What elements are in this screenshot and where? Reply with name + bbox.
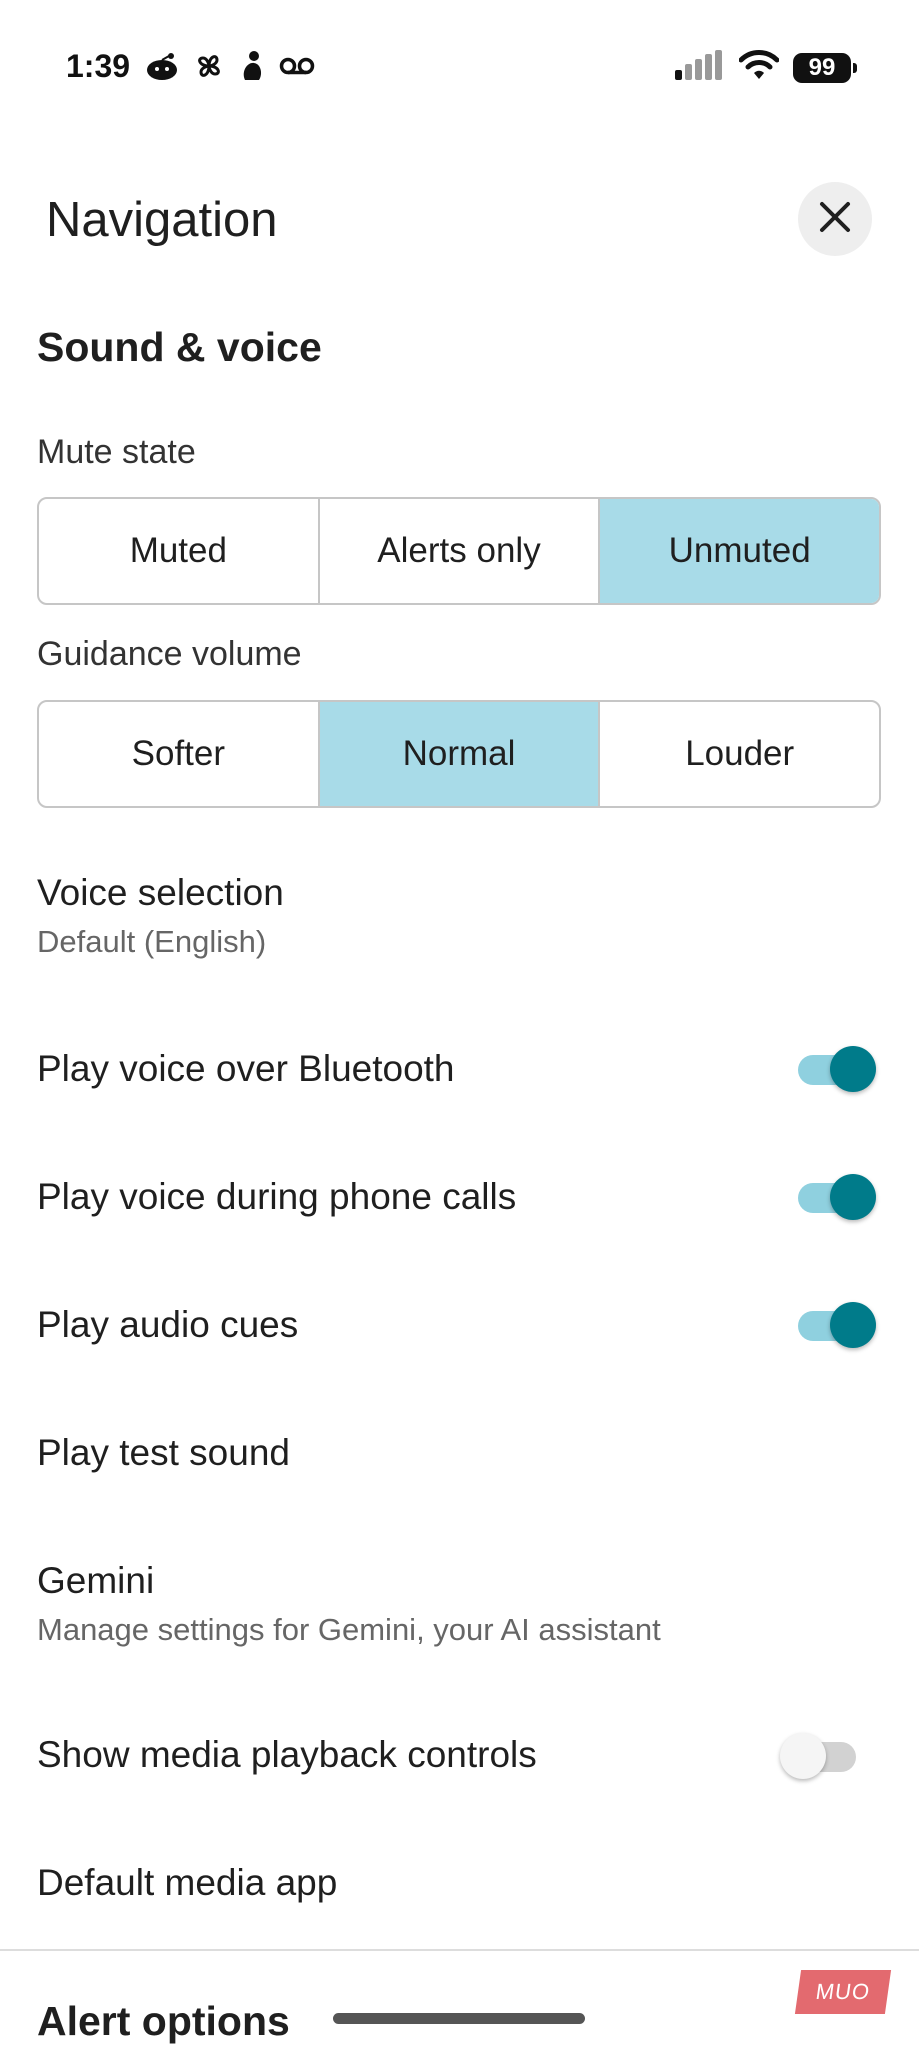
voice-selection-row[interactable]: Voice selection Default (English) bbox=[0, 858, 919, 978]
volume-option-normal[interactable]: Normal bbox=[317, 702, 599, 806]
mute-option-unmuted[interactable]: Unmuted bbox=[598, 499, 879, 603]
toggle-thumb bbox=[780, 1733, 826, 1779]
section-title-alert-options: Alert options bbox=[37, 1998, 290, 2044]
mute-state-label: Mute state bbox=[37, 433, 196, 471]
signal-icon bbox=[675, 50, 725, 85]
status-time: 1:39 bbox=[66, 48, 131, 84]
mute-option-alerts-only[interactable]: Alerts only bbox=[317, 499, 599, 603]
voicemail-icon bbox=[279, 55, 315, 77]
page-title: Navigation bbox=[46, 193, 278, 247]
wifi-icon bbox=[738, 50, 780, 85]
media-controls-label: Show media playback controls bbox=[37, 1734, 537, 1775]
media-controls-toggle[interactable] bbox=[780, 1728, 864, 1784]
play-test-sound-label: Play test sound bbox=[37, 1432, 290, 1473]
close-icon bbox=[818, 200, 852, 239]
phone-calls-voice-row: Play voice during phone calls bbox=[0, 1158, 919, 1238]
voice-selection-title: Voice selection bbox=[37, 872, 284, 913]
close-button[interactable] bbox=[798, 182, 872, 256]
gemini-subtitle: Manage settings for Gemini, your AI assi… bbox=[37, 1612, 661, 1647]
figure-icon bbox=[239, 50, 265, 82]
battery-indicator: 99 bbox=[793, 52, 857, 83]
guidance-volume-selector: Softer Normal Louder bbox=[37, 700, 881, 808]
audio-cues-label: Play audio cues bbox=[37, 1304, 299, 1345]
play-test-sound-row[interactable]: Play test sound bbox=[0, 1414, 919, 1494]
toggle-thumb bbox=[830, 1046, 876, 1092]
notification-icons bbox=[145, 50, 315, 82]
phone-calls-voice-toggle[interactable] bbox=[796, 1169, 876, 1225]
volume-option-louder[interactable]: Louder bbox=[598, 702, 879, 806]
default-media-app-label: Default media app bbox=[37, 1862, 338, 1903]
guidance-volume-label: Guidance volume bbox=[37, 635, 302, 673]
status-right: 99 bbox=[675, 50, 857, 85]
bluetooth-voice-label: Play voice over Bluetooth bbox=[37, 1048, 455, 1089]
pinwheel-icon bbox=[193, 50, 225, 82]
mute-state-selector: Muted Alerts only Unmuted bbox=[37, 497, 881, 605]
phone-calls-voice-label: Play voice during phone calls bbox=[37, 1176, 517, 1217]
audio-cues-toggle[interactable] bbox=[796, 1297, 876, 1353]
voice-selection-value: Default (English) bbox=[37, 924, 267, 959]
gemini-title: Gemini bbox=[37, 1560, 155, 1601]
reddit-icon bbox=[145, 51, 179, 81]
mute-option-muted[interactable]: Muted bbox=[39, 499, 318, 603]
bluetooth-voice-toggle[interactable] bbox=[796, 1041, 876, 1097]
volume-option-softer[interactable]: Softer bbox=[39, 702, 318, 806]
status-bar: 1:39 99 bbox=[0, 0, 919, 130]
section-divider bbox=[0, 1949, 919, 1951]
home-indicator[interactable] bbox=[333, 2013, 585, 2024]
section-title-sound-voice: Sound & voice bbox=[37, 324, 322, 370]
toggle-thumb bbox=[830, 1302, 876, 1348]
audio-cues-row: Play audio cues bbox=[0, 1286, 919, 1366]
gemini-row[interactable]: Gemini Manage settings for Gemini, your … bbox=[0, 1546, 919, 1666]
muo-watermark: MUO bbox=[794, 1970, 892, 2014]
toggle-thumb bbox=[830, 1174, 876, 1220]
default-media-app-row[interactable]: Default media app bbox=[0, 1844, 919, 1924]
bluetooth-voice-row: Play voice over Bluetooth bbox=[0, 1030, 919, 1110]
